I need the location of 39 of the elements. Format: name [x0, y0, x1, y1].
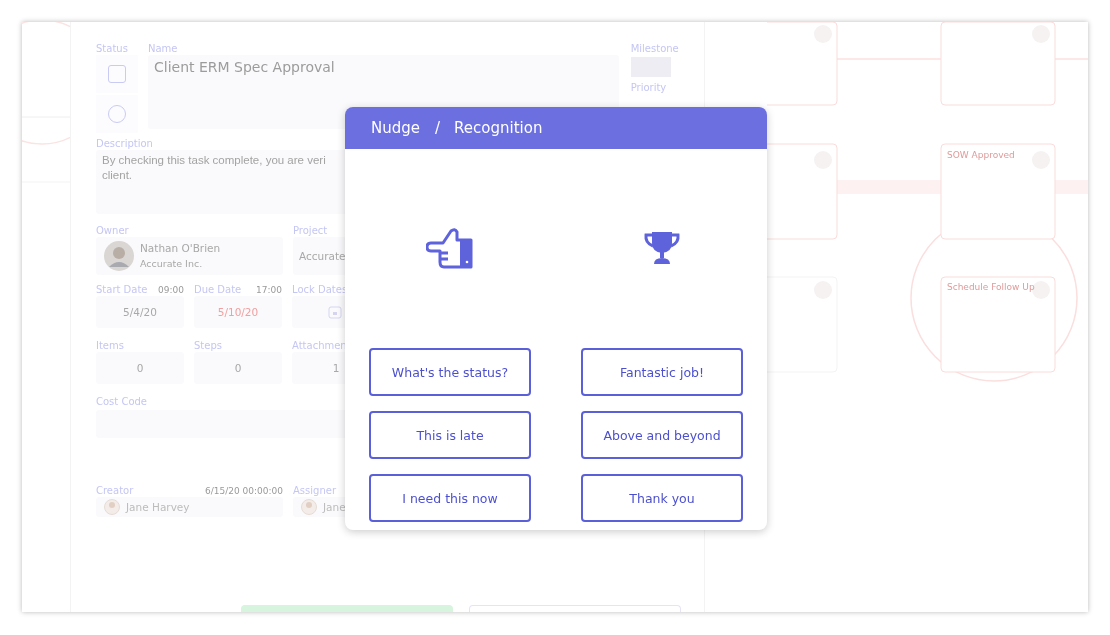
- save-button[interactable]: [241, 605, 453, 612]
- field-label: Items: [96, 339, 125, 352]
- field-label: Attachmen: [292, 339, 348, 352]
- date-field[interactable]: 5/4/20: [96, 296, 184, 328]
- field-label: Assigner: [293, 484, 337, 497]
- field-label: Project: [293, 224, 329, 237]
- card-title: SOW Approved: [947, 150, 1015, 160]
- avatar-icon: [104, 499, 120, 515]
- card-title: Schedule Follow Up: [947, 282, 1035, 292]
- message-option-button[interactable]: Fantastic job!: [581, 348, 743, 396]
- pointing-hand-icon: [426, 227, 474, 269]
- field-label: Steps: [194, 339, 223, 352]
- status-checkbox[interactable]: [108, 65, 126, 83]
- cancel-button[interactable]: [469, 605, 681, 612]
- message-option-button[interactable]: I need this now: [369, 474, 531, 522]
- avatar-icon: [104, 241, 134, 271]
- message-option-button[interactable]: Above and beyond: [581, 411, 743, 459]
- trophy-icon: [643, 231, 681, 265]
- message-option-button[interactable]: Thank you: [581, 474, 743, 522]
- field-label: Due Date: [194, 283, 242, 296]
- field-label: Priority: [630, 81, 668, 94]
- field-label: Owner: [96, 224, 130, 237]
- owner-field[interactable]: Nathan O'Brien Accurate Inc.: [96, 237, 283, 275]
- timestamp: 6/15/20 00:00:00: [205, 486, 283, 496]
- field-label: Description: [96, 137, 154, 150]
- time-label: 17:00: [256, 285, 282, 295]
- time-label: 09:00: [158, 285, 184, 295]
- field-label: Milestone: [630, 42, 680, 55]
- field-label: Status: [96, 42, 129, 55]
- field-label: Name: [148, 42, 179, 55]
- field-label: Creator: [96, 484, 134, 497]
- count-field[interactable]: 0: [96, 352, 184, 384]
- field-label: Start Date: [96, 283, 148, 296]
- field-label: Cost Code: [96, 395, 148, 408]
- count-field[interactable]: 0: [194, 352, 282, 384]
- calendar-lock-icon: [328, 305, 342, 319]
- message-option-button[interactable]: What's the status?: [369, 348, 531, 396]
- avatar-icon: [301, 499, 317, 515]
- message-option-button[interactable]: This is late: [369, 411, 531, 459]
